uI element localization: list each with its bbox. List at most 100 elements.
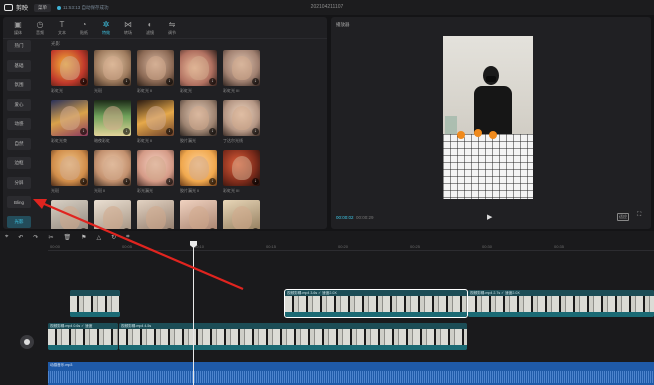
clip-footer bbox=[48, 345, 118, 350]
asset-toolbar: ▣ 媒体 ◷ 音频 T 文本 ◔ 贴纸 ✲ 特效 ⋈ 转场 ◐ 滤镜 ⇋ 调节 bbox=[3, 17, 327, 39]
tab-effects[interactable]: ✲ 特效 bbox=[95, 17, 117, 39]
autosave-status: 11:53:13 自动保存成功 bbox=[57, 5, 108, 11]
effect-item[interactable]: ↓ 彩虹光 III bbox=[223, 50, 260, 94]
category-love[interactable]: 爱心 bbox=[7, 98, 31, 111]
download-icon[interactable]: ↓ bbox=[166, 228, 173, 229]
download-icon[interactable]: ↓ bbox=[209, 178, 216, 185]
redo-icon[interactable]: ↷ bbox=[33, 234, 38, 241]
preview-orange bbox=[457, 131, 465, 139]
category-nature[interactable]: 自然 bbox=[7, 137, 31, 150]
download-icon[interactable]: ↓ bbox=[166, 178, 173, 185]
menu-button[interactable]: 菜单 bbox=[34, 3, 52, 12]
tab-filter[interactable]: ◐ 滤镜 bbox=[139, 17, 161, 39]
playhead[interactable] bbox=[193, 241, 194, 385]
freeze-icon[interactable]: ⚑ bbox=[81, 234, 86, 241]
main-clip-2[interactable]: 视频剪辑.mp4 4.5s bbox=[119, 323, 467, 350]
thumbnail-subject bbox=[146, 206, 166, 229]
download-icon[interactable]: ↓ bbox=[80, 178, 87, 185]
effect-item[interactable]: ↓ 彩虹光 II bbox=[137, 100, 174, 144]
effect-item[interactable]: ↓ bbox=[223, 200, 260, 229]
fullscreen-icon[interactable]: ⛶ bbox=[637, 212, 641, 219]
overlay-clip-1[interactable] bbox=[70, 290, 120, 317]
video-preview[interactable] bbox=[443, 36, 533, 199]
category-atmosphere[interactable]: 氛围 bbox=[7, 79, 31, 91]
category-dynamic[interactable]: 动感 bbox=[7, 118, 31, 130]
tab-transition[interactable]: ⋈ 转场 bbox=[117, 17, 139, 39]
split-icon[interactable]: ✂ bbox=[48, 234, 53, 241]
thumbnail-subject bbox=[103, 156, 123, 180]
download-icon[interactable]: ↓ bbox=[123, 228, 130, 229]
effect-item[interactable]: ↓ 彩光漏光 bbox=[137, 150, 174, 194]
download-icon[interactable]: ↓ bbox=[252, 228, 259, 229]
effect-item[interactable]: ↓ 胶片漏光 II bbox=[180, 150, 217, 194]
aspect-ratio-button[interactable]: 适应 bbox=[617, 213, 629, 221]
effect-item[interactable]: ↓ 彩虹光 II bbox=[137, 50, 174, 94]
effect-item[interactable]: ↓ 胶片漏光 bbox=[180, 100, 217, 144]
effect-item[interactable]: ↓ bbox=[180, 200, 217, 229]
total-time: 00:00:29 bbox=[356, 215, 374, 220]
tab-adjust[interactable]: ⇋ 调节 bbox=[161, 17, 183, 39]
select-tool-icon[interactable]: ⌖ bbox=[5, 234, 8, 241]
effect-item[interactable]: ↓ 彩虹光 bbox=[180, 50, 217, 94]
mirror-icon[interactable]: △ bbox=[97, 234, 102, 241]
effect-thumbnail: ↓ bbox=[137, 150, 174, 186]
effect-item[interactable]: ↓ 彩虹光 bbox=[51, 50, 88, 94]
effect-item[interactable]: ↓ 光斑 bbox=[94, 50, 131, 94]
category-border[interactable]: 边框 bbox=[7, 157, 31, 169]
effect-item[interactable]: ↓ 光斑 II bbox=[94, 150, 131, 194]
download-icon[interactable]: ↓ bbox=[252, 178, 259, 185]
effect-item[interactable]: ↓ 彩虹光 III bbox=[223, 150, 260, 194]
tab-audio[interactable]: ◷ 音频 bbox=[29, 17, 51, 39]
download-icon[interactable]: ↓ bbox=[209, 228, 216, 229]
overlay-clip-3[interactable]: 视频剪辑.mp4 2.7s ✓ 速度2.0X bbox=[468, 290, 654, 317]
crop-icon[interactable]: ⌗ bbox=[126, 234, 129, 241]
download-icon[interactable]: ↓ bbox=[209, 78, 216, 85]
tab-sticker[interactable]: ◔ 贴纸 bbox=[73, 17, 95, 39]
effect-thumbnail: ↓ bbox=[223, 100, 260, 136]
overlay-clip-selected[interactable]: 视频剪辑.mp4 3.6s ✓ 速度2.0X bbox=[284, 289, 468, 318]
category-hot[interactable]: 热门 bbox=[7, 40, 31, 52]
effect-label: 彩虹光 III bbox=[223, 88, 240, 93]
category-light-shadow[interactable]: 光影 bbox=[7, 215, 31, 228]
rotate-icon[interactable]: ↻ bbox=[111, 234, 116, 241]
effect-item[interactable]: ↓ 光斑 bbox=[51, 150, 88, 194]
category-bling[interactable]: Bling bbox=[7, 196, 31, 208]
ruler-tick-label: 00:20 bbox=[338, 244, 349, 249]
effect-thumbnail: ↓ bbox=[223, 200, 260, 229]
time-ruler[interactable]: 00:00 00:05 00:10 00:15 00:20 00:25 00:30 00:35 bbox=[48, 243, 654, 251]
play-button[interactable]: ▶ bbox=[487, 213, 492, 221]
download-icon[interactable]: ↓ bbox=[80, 78, 87, 85]
effect-item[interactable]: ↓ bbox=[94, 200, 131, 229]
download-icon[interactable]: ↓ bbox=[166, 128, 173, 135]
clip-footer bbox=[119, 345, 467, 350]
effect-item[interactable]: ↓ 暗夜彩虹 bbox=[94, 100, 131, 144]
download-icon[interactable]: ↓ bbox=[123, 178, 130, 185]
effect-thumbnail: ↓ bbox=[180, 50, 217, 86]
tab-text[interactable]: T 文本 bbox=[51, 17, 73, 39]
audio-clip[interactable]: 动感音乐.mp3 bbox=[48, 362, 654, 385]
download-icon[interactable]: ↓ bbox=[166, 78, 173, 85]
delete-icon[interactable]: 🗑 bbox=[63, 234, 71, 241]
effect-thumbnail: ↓ bbox=[94, 200, 131, 229]
download-icon[interactable]: ↓ bbox=[80, 228, 87, 229]
download-icon[interactable]: ↓ bbox=[209, 128, 216, 135]
tab-media[interactable]: ▣ 媒体 bbox=[7, 17, 29, 39]
download-icon[interactable]: ↓ bbox=[252, 128, 259, 135]
main-clip-1[interactable]: 视频剪辑.mp4 0.6s ✓ 速度 bbox=[48, 323, 118, 350]
category-basic[interactable]: 基础 bbox=[7, 59, 31, 72]
title-bar: 剪映 菜单 11:53:13 自动保存成功 202104211107 bbox=[0, 0, 654, 15]
effect-item[interactable]: ↓ bbox=[137, 200, 174, 229]
undo-icon[interactable]: ↶ bbox=[18, 234, 23, 241]
cover-button[interactable] bbox=[20, 335, 34, 349]
effect-item[interactable]: ↓ 丁达尔光线 bbox=[223, 100, 260, 144]
current-time: 00:00:02 bbox=[336, 215, 354, 220]
download-icon[interactable]: ↓ bbox=[80, 128, 87, 135]
filter-icon: ◐ bbox=[147, 19, 153, 29]
effect-item[interactable]: ↓ bbox=[51, 200, 88, 229]
ruler-tick-label: 00:00 bbox=[50, 244, 61, 249]
effect-item[interactable]: ↓ 彩虹光束 bbox=[51, 100, 88, 144]
download-icon[interactable]: ↓ bbox=[252, 78, 259, 85]
download-icon[interactable]: ↓ bbox=[123, 78, 130, 85]
download-icon[interactable]: ↓ bbox=[123, 128, 130, 135]
category-split[interactable]: 分屏 bbox=[7, 176, 31, 189]
